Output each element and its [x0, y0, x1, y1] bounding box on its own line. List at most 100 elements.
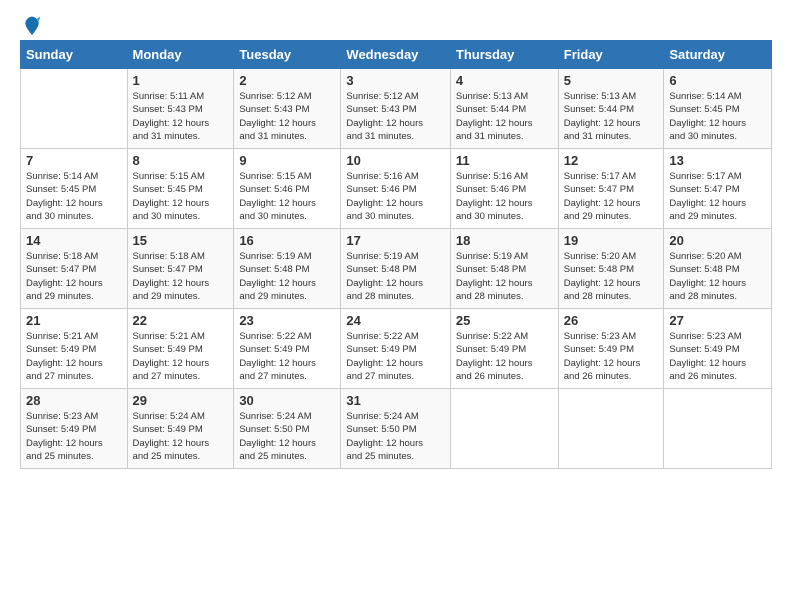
- day-number: 22: [133, 313, 229, 328]
- day-cell: 9 Sunrise: 5:15 AM Sunset: 5:46 PM Dayli…: [234, 149, 341, 229]
- day-info: Sunrise: 5:18 AM Sunset: 5:47 PM Dayligh…: [26, 250, 122, 303]
- day-number: 16: [239, 233, 335, 248]
- day-number: 23: [239, 313, 335, 328]
- day-cell: 30 Sunrise: 5:24 AM Sunset: 5:50 PM Dayl…: [234, 389, 341, 469]
- logo: [20, 15, 42, 30]
- week-row-1: 1 Sunrise: 5:11 AM Sunset: 5:43 PM Dayli…: [21, 69, 772, 149]
- day-number: 1: [133, 73, 229, 88]
- day-cell: 4 Sunrise: 5:13 AM Sunset: 5:44 PM Dayli…: [450, 69, 558, 149]
- day-cell: 18 Sunrise: 5:19 AM Sunset: 5:48 PM Dayl…: [450, 229, 558, 309]
- day-number: 21: [26, 313, 122, 328]
- day-number: 28: [26, 393, 122, 408]
- day-number: 29: [133, 393, 229, 408]
- day-cell: 17 Sunrise: 5:19 AM Sunset: 5:48 PM Dayl…: [341, 229, 450, 309]
- day-number: 11: [456, 153, 553, 168]
- day-cell: 31 Sunrise: 5:24 AM Sunset: 5:50 PM Dayl…: [341, 389, 450, 469]
- day-cell: 16 Sunrise: 5:19 AM Sunset: 5:48 PM Dayl…: [234, 229, 341, 309]
- day-info: Sunrise: 5:14 AM Sunset: 5:45 PM Dayligh…: [26, 170, 122, 223]
- day-info: Sunrise: 5:16 AM Sunset: 5:46 PM Dayligh…: [456, 170, 553, 223]
- header-row: SundayMondayTuesdayWednesdayThursdayFrid…: [21, 41, 772, 69]
- day-cell: [450, 389, 558, 469]
- day-info: Sunrise: 5:19 AM Sunset: 5:48 PM Dayligh…: [346, 250, 444, 303]
- day-info: Sunrise: 5:18 AM Sunset: 5:47 PM Dayligh…: [133, 250, 229, 303]
- day-info: Sunrise: 5:15 AM Sunset: 5:45 PM Dayligh…: [133, 170, 229, 223]
- day-info: Sunrise: 5:13 AM Sunset: 5:44 PM Dayligh…: [456, 90, 553, 143]
- day-info: Sunrise: 5:23 AM Sunset: 5:49 PM Dayligh…: [564, 330, 659, 383]
- day-cell: 12 Sunrise: 5:17 AM Sunset: 5:47 PM Dayl…: [558, 149, 664, 229]
- week-row-3: 14 Sunrise: 5:18 AM Sunset: 5:47 PM Dayl…: [21, 229, 772, 309]
- logo-icon: [22, 15, 42, 35]
- day-cell: 2 Sunrise: 5:12 AM Sunset: 5:43 PM Dayli…: [234, 69, 341, 149]
- day-info: Sunrise: 5:14 AM Sunset: 5:45 PM Dayligh…: [669, 90, 766, 143]
- calendar-table: SundayMondayTuesdayWednesdayThursdayFrid…: [20, 40, 772, 469]
- day-info: Sunrise: 5:24 AM Sunset: 5:50 PM Dayligh…: [346, 410, 444, 463]
- day-info: Sunrise: 5:19 AM Sunset: 5:48 PM Dayligh…: [239, 250, 335, 303]
- day-info: Sunrise: 5:22 AM Sunset: 5:49 PM Dayligh…: [456, 330, 553, 383]
- day-cell: 1 Sunrise: 5:11 AM Sunset: 5:43 PM Dayli…: [127, 69, 234, 149]
- day-cell: [664, 389, 772, 469]
- day-cell: 5 Sunrise: 5:13 AM Sunset: 5:44 PM Dayli…: [558, 69, 664, 149]
- day-info: Sunrise: 5:11 AM Sunset: 5:43 PM Dayligh…: [133, 90, 229, 143]
- day-info: Sunrise: 5:15 AM Sunset: 5:46 PM Dayligh…: [239, 170, 335, 223]
- day-info: Sunrise: 5:16 AM Sunset: 5:46 PM Dayligh…: [346, 170, 444, 223]
- day-cell: 10 Sunrise: 5:16 AM Sunset: 5:46 PM Dayl…: [341, 149, 450, 229]
- day-number: 13: [669, 153, 766, 168]
- day-cell: 13 Sunrise: 5:17 AM Sunset: 5:47 PM Dayl…: [664, 149, 772, 229]
- day-cell: 28 Sunrise: 5:23 AM Sunset: 5:49 PM Dayl…: [21, 389, 128, 469]
- day-cell: 24 Sunrise: 5:22 AM Sunset: 5:49 PM Dayl…: [341, 309, 450, 389]
- day-info: Sunrise: 5:22 AM Sunset: 5:49 PM Dayligh…: [239, 330, 335, 383]
- day-number: 10: [346, 153, 444, 168]
- day-info: Sunrise: 5:12 AM Sunset: 5:43 PM Dayligh…: [239, 90, 335, 143]
- day-cell: 21 Sunrise: 5:21 AM Sunset: 5:49 PM Dayl…: [21, 309, 128, 389]
- day-info: Sunrise: 5:24 AM Sunset: 5:50 PM Dayligh…: [239, 410, 335, 463]
- day-number: 20: [669, 233, 766, 248]
- header: [20, 15, 772, 30]
- day-cell: 27 Sunrise: 5:23 AM Sunset: 5:49 PM Dayl…: [664, 309, 772, 389]
- day-cell: 3 Sunrise: 5:12 AM Sunset: 5:43 PM Dayli…: [341, 69, 450, 149]
- day-cell: 29 Sunrise: 5:24 AM Sunset: 5:49 PM Dayl…: [127, 389, 234, 469]
- day-cell: 20 Sunrise: 5:20 AM Sunset: 5:48 PM Dayl…: [664, 229, 772, 309]
- day-number: 27: [669, 313, 766, 328]
- column-header-sunday: Sunday: [21, 41, 128, 69]
- day-number: 4: [456, 73, 553, 88]
- week-row-2: 7 Sunrise: 5:14 AM Sunset: 5:45 PM Dayli…: [21, 149, 772, 229]
- day-info: Sunrise: 5:22 AM Sunset: 5:49 PM Dayligh…: [346, 330, 444, 383]
- day-number: 25: [456, 313, 553, 328]
- day-cell: 15 Sunrise: 5:18 AM Sunset: 5:47 PM Dayl…: [127, 229, 234, 309]
- day-number: 30: [239, 393, 335, 408]
- day-cell: [21, 69, 128, 149]
- day-info: Sunrise: 5:17 AM Sunset: 5:47 PM Dayligh…: [564, 170, 659, 223]
- day-info: Sunrise: 5:17 AM Sunset: 5:47 PM Dayligh…: [669, 170, 766, 223]
- day-number: 24: [346, 313, 444, 328]
- day-number: 19: [564, 233, 659, 248]
- day-cell: 11 Sunrise: 5:16 AM Sunset: 5:46 PM Dayl…: [450, 149, 558, 229]
- day-info: Sunrise: 5:12 AM Sunset: 5:43 PM Dayligh…: [346, 90, 444, 143]
- column-header-wednesday: Wednesday: [341, 41, 450, 69]
- day-number: 8: [133, 153, 229, 168]
- day-cell: 23 Sunrise: 5:22 AM Sunset: 5:49 PM Dayl…: [234, 309, 341, 389]
- day-cell: [558, 389, 664, 469]
- day-info: Sunrise: 5:13 AM Sunset: 5:44 PM Dayligh…: [564, 90, 659, 143]
- day-cell: 7 Sunrise: 5:14 AM Sunset: 5:45 PM Dayli…: [21, 149, 128, 229]
- day-number: 9: [239, 153, 335, 168]
- day-cell: 8 Sunrise: 5:15 AM Sunset: 5:45 PM Dayli…: [127, 149, 234, 229]
- page-container: SundayMondayTuesdayWednesdayThursdayFrid…: [0, 0, 792, 479]
- day-number: 31: [346, 393, 444, 408]
- column-header-monday: Monday: [127, 41, 234, 69]
- day-number: 26: [564, 313, 659, 328]
- week-row-4: 21 Sunrise: 5:21 AM Sunset: 5:49 PM Dayl…: [21, 309, 772, 389]
- day-info: Sunrise: 5:19 AM Sunset: 5:48 PM Dayligh…: [456, 250, 553, 303]
- day-info: Sunrise: 5:23 AM Sunset: 5:49 PM Dayligh…: [26, 410, 122, 463]
- day-cell: 26 Sunrise: 5:23 AM Sunset: 5:49 PM Dayl…: [558, 309, 664, 389]
- day-number: 15: [133, 233, 229, 248]
- day-cell: 22 Sunrise: 5:21 AM Sunset: 5:49 PM Dayl…: [127, 309, 234, 389]
- day-cell: 6 Sunrise: 5:14 AM Sunset: 5:45 PM Dayli…: [664, 69, 772, 149]
- day-number: 7: [26, 153, 122, 168]
- column-header-friday: Friday: [558, 41, 664, 69]
- day-number: 18: [456, 233, 553, 248]
- day-info: Sunrise: 5:24 AM Sunset: 5:49 PM Dayligh…: [133, 410, 229, 463]
- day-cell: 25 Sunrise: 5:22 AM Sunset: 5:49 PM Dayl…: [450, 309, 558, 389]
- day-info: Sunrise: 5:23 AM Sunset: 5:49 PM Dayligh…: [669, 330, 766, 383]
- day-number: 2: [239, 73, 335, 88]
- day-cell: 14 Sunrise: 5:18 AM Sunset: 5:47 PM Dayl…: [21, 229, 128, 309]
